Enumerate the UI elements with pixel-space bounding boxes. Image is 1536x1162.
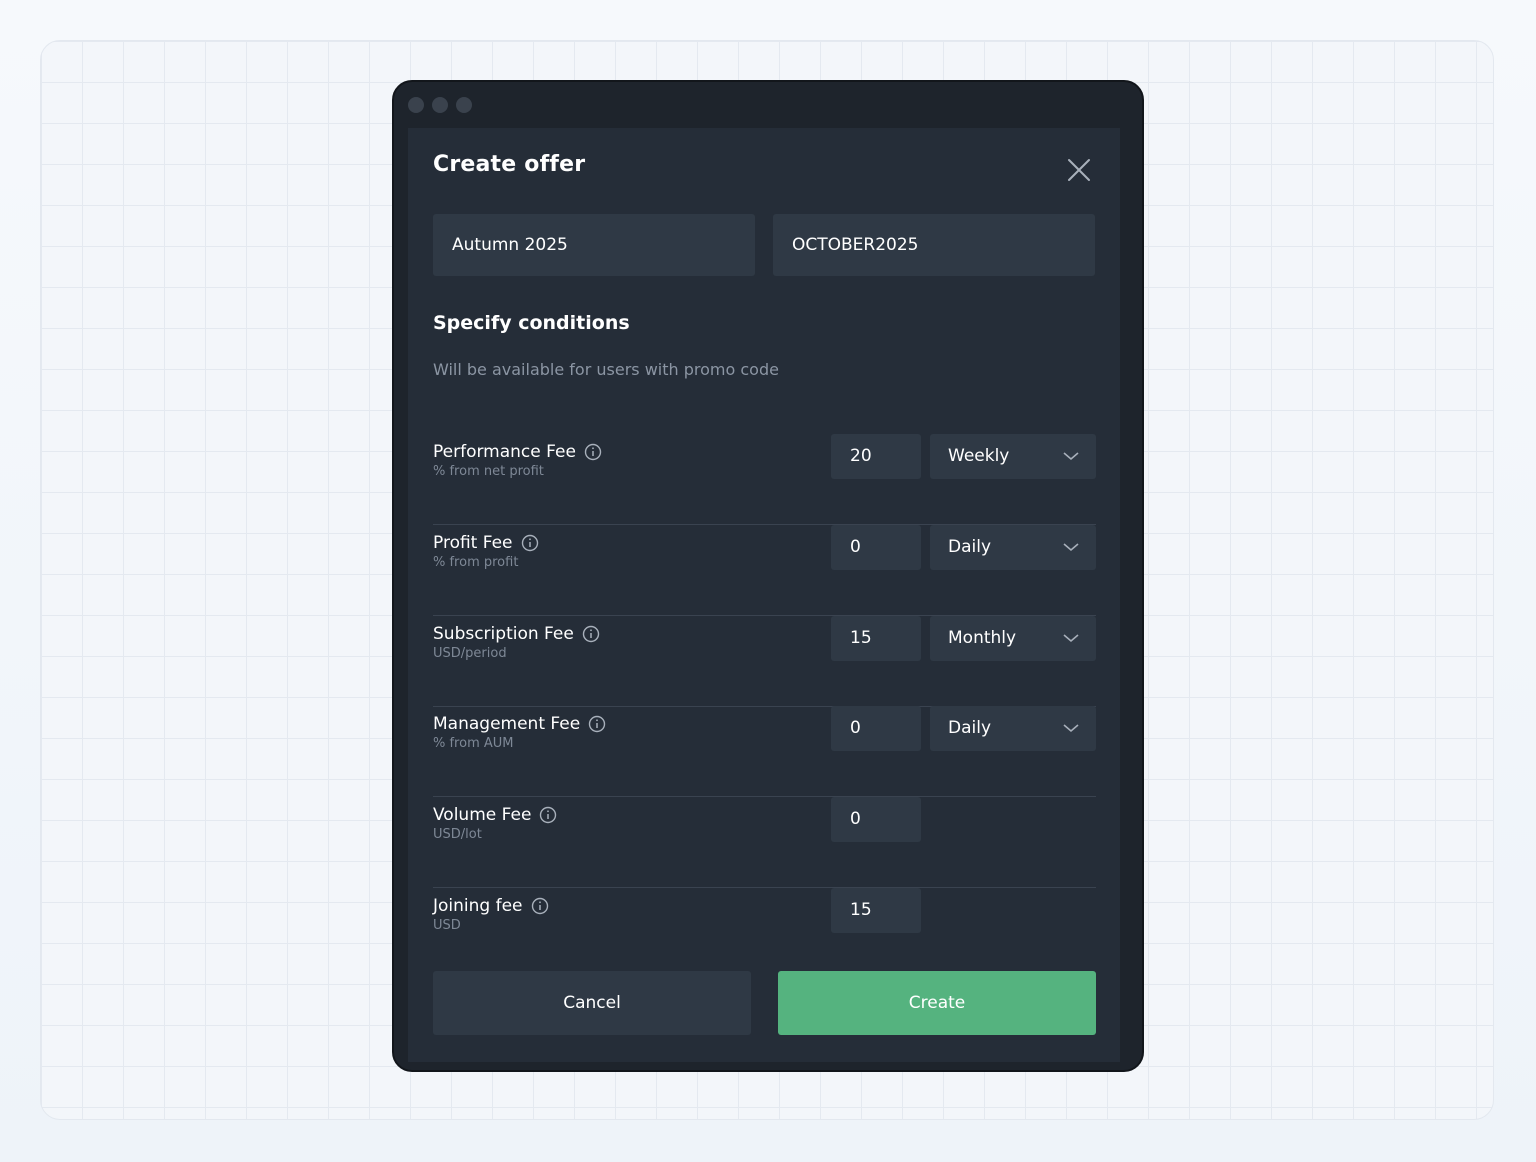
fee-row-subscription: Subscription Fee USD/period 15 Monthly	[433, 616, 1096, 707]
conditions-subtitle: Will be available for users with promo c…	[433, 360, 779, 379]
app-window: Create offer Autumn 2025 OCTOBER2025 Spe…	[392, 80, 1144, 1072]
chevron-down-icon	[1063, 634, 1079, 643]
create-offer-modal: Create offer Autumn 2025 OCTOBER2025 Spe…	[408, 128, 1120, 1062]
period-select-value: Monthly	[948, 628, 1017, 648]
fee-row-performance: Performance Fee % from net profit 20 Wee…	[433, 434, 1096, 525]
fee-label: Management Fee	[433, 714, 581, 734]
offer-name-input[interactable]: Autumn 2025	[433, 214, 755, 276]
fee-label-group: Subscription Fee	[433, 624, 600, 644]
period-select-value: Daily	[948, 718, 992, 738]
fee-sublabel: USD	[433, 918, 461, 933]
fee-row-volume: Volume Fee USD/lot 0	[433, 797, 1096, 888]
period-select-value: Weekly	[948, 446, 1010, 466]
info-icon[interactable]	[584, 443, 602, 461]
info-icon[interactable]	[521, 534, 539, 552]
fee-label: Profit Fee	[433, 533, 513, 553]
fee-label-group: Joining fee	[433, 896, 549, 916]
close-icon	[1068, 159, 1090, 181]
fee-label-group: Volume Fee	[433, 805, 557, 825]
fee-value-input[interactable]: 15	[831, 888, 921, 933]
info-icon[interactable]	[539, 806, 557, 824]
create-button[interactable]: Create	[778, 971, 1096, 1035]
fee-row-management: Management Fee % from AUM 0 Daily	[433, 706, 1096, 797]
fee-sublabel: % from profit	[433, 555, 519, 570]
info-icon[interactable]	[582, 625, 600, 643]
fee-value-input[interactable]: 0	[831, 525, 921, 570]
modal-title: Create offer	[433, 152, 586, 177]
fee-value-input[interactable]: 15	[831, 616, 921, 661]
promo-code-input[interactable]: OCTOBER2025	[773, 214, 1095, 276]
fee-value-input[interactable]: 0	[831, 797, 921, 842]
fee-sublabel: % from net profit	[433, 464, 544, 479]
fee-label: Joining fee	[433, 896, 523, 916]
period-select[interactable]: Daily	[930, 706, 1096, 751]
fee-row-profit: Profit Fee % from profit 0 Daily	[433, 525, 1096, 616]
fee-sublabel: USD/period	[433, 646, 507, 661]
fee-row-joining: Joining fee USD 15	[433, 888, 1096, 978]
fee-label: Performance Fee	[433, 442, 576, 462]
chevron-down-icon	[1063, 543, 1079, 552]
chevron-down-icon	[1063, 452, 1079, 461]
window-close-dot[interactable]	[408, 97, 424, 113]
info-icon[interactable]	[588, 715, 606, 733]
window-minimize-dot[interactable]	[432, 97, 448, 113]
window-controls	[408, 97, 472, 113]
fee-sublabel: USD/lot	[433, 827, 482, 842]
chevron-down-icon	[1063, 724, 1079, 733]
fee-value-input[interactable]: 20	[831, 434, 921, 479]
conditions-title: Specify conditions	[433, 312, 630, 334]
window-maximize-dot[interactable]	[456, 97, 472, 113]
period-select[interactable]: Daily	[930, 525, 1096, 570]
cancel-button[interactable]: Cancel	[433, 971, 751, 1035]
period-select[interactable]: Monthly	[930, 616, 1096, 661]
info-icon[interactable]	[531, 897, 549, 915]
fee-label: Volume Fee	[433, 805, 532, 825]
fee-label-group: Profit Fee	[433, 533, 539, 553]
fee-label: Subscription Fee	[433, 624, 574, 644]
period-select-value: Daily	[948, 537, 992, 557]
period-select[interactable]: Weekly	[930, 434, 1096, 479]
close-button[interactable]	[1063, 154, 1095, 186]
fee-sublabel: % from AUM	[433, 736, 514, 751]
fee-value-input[interactable]: 0	[831, 706, 921, 751]
fee-label-group: Management Fee	[433, 714, 606, 734]
fee-label-group: Performance Fee	[433, 442, 602, 462]
